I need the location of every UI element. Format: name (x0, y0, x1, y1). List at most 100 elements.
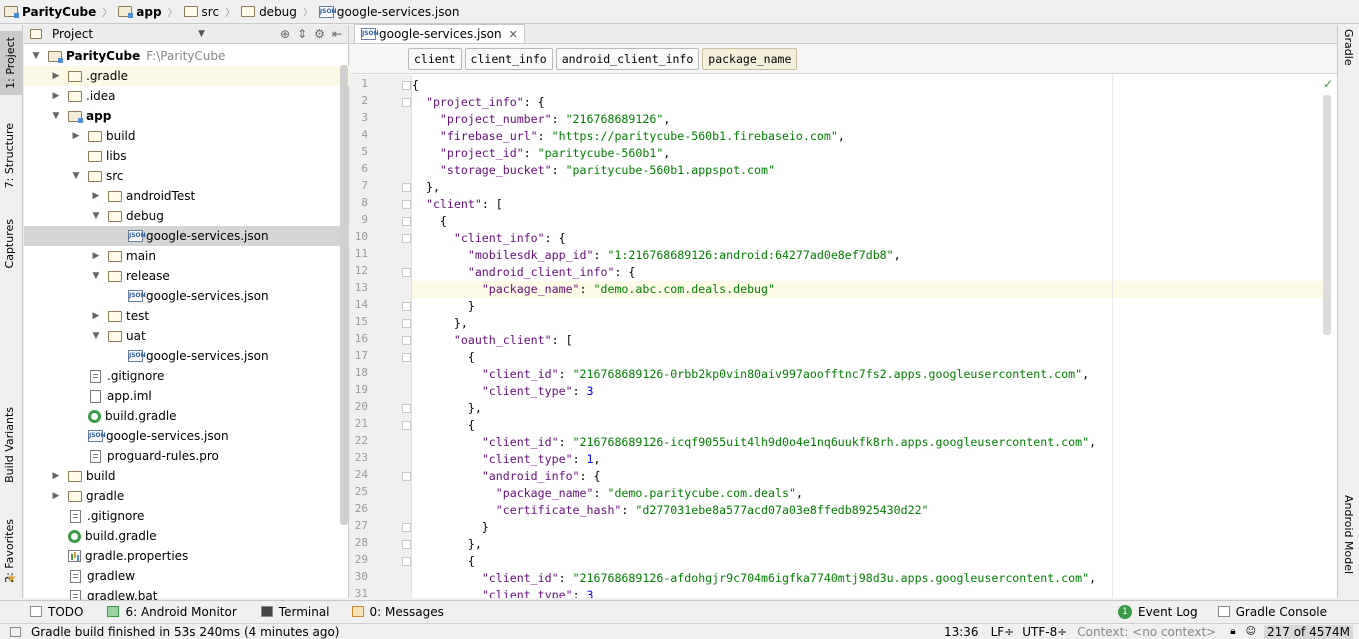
tool-android-monitor[interactable]: 6: Android Monitor (107, 605, 237, 619)
code-line[interactable]: { (412, 417, 1332, 434)
code-line[interactable]: "client_type": 1, (412, 451, 1332, 468)
tool-event-log[interactable]: 1 Event Log (1118, 604, 1198, 619)
code-line[interactable]: { (412, 77, 1332, 94)
fold-marker-icon[interactable] (402, 217, 411, 226)
tree-item[interactable]: ▼ ParityCube F:\ParityCube (24, 46, 349, 66)
tree-item[interactable]: ▶ .idea (24, 86, 349, 106)
fold-marker-icon[interactable] (402, 200, 411, 209)
status-message[interactable]: Gradle build finished in 53s 240ms (4 mi… (31, 625, 340, 639)
code-line[interactable]: "client_id": "216768689126-icqf9055uit4l… (412, 434, 1332, 451)
collapse-arrow-icon[interactable]: ▶ (50, 71, 62, 81)
code-line[interactable]: { (412, 213, 1332, 230)
memory-indicator[interactable]: 217 of 4574M (1264, 624, 1353, 639)
fold-marker-icon[interactable] (402, 302, 411, 311)
fold-marker-icon[interactable] (402, 404, 411, 413)
hide-panel-icon[interactable]: ⇤ (332, 27, 342, 41)
breadcrumb-project[interactable]: ParityCube 〉 (2, 2, 116, 22)
code-line[interactable]: "project_number": "216768689126", (412, 111, 1332, 128)
fold-marker-icon[interactable] (402, 336, 411, 345)
collapse-arrow-icon[interactable]: ▶ (50, 91, 62, 101)
tool-tab-gradle[interactable]: Gradle (1342, 29, 1355, 66)
fold-marker-icon[interactable] (402, 183, 411, 192)
collapse-arrow-icon[interactable]: ▶ (90, 191, 102, 201)
fold-marker-icon[interactable] (402, 268, 411, 277)
lock-icon[interactable]: 🔒︎ (1230, 626, 1235, 637)
tree-item[interactable]: JSON google-services.json (24, 286, 349, 306)
tree-item[interactable]: JSON google-services.json (24, 426, 349, 446)
code-line[interactable]: "storage_bucket": "paritycube-560b1.apps… (412, 162, 1332, 179)
tree-item[interactable]: ▼ uat (24, 326, 349, 346)
scroll-from-source-icon[interactable]: ⊕ (280, 27, 290, 41)
code-line[interactable]: }, (412, 315, 1332, 332)
tree-item[interactable]: ▼ debug (24, 206, 349, 226)
code-line[interactable]: "project_info": { (412, 94, 1332, 111)
code-line[interactable]: "client_id": "216768689126-0rbb2kp0vin80… (412, 366, 1332, 383)
collapse-arrow-icon[interactable]: ▶ (90, 251, 102, 261)
code-line[interactable]: "mobilesdk_app_id": "1:216768689126:andr… (412, 247, 1332, 264)
tool-tab-android-model[interactable]: Android Model (1342, 495, 1355, 574)
tool-gradle-console[interactable]: Gradle Console (1217, 605, 1327, 619)
tool-tab-structure[interactable]: 7: Structure (3, 119, 16, 192)
expand-arrow-icon[interactable]: ▼ (90, 211, 102, 221)
tree-item[interactable]: ▶ main (24, 246, 349, 266)
fold-marker-icon[interactable] (402, 234, 411, 243)
tree-item[interactable]: ▼ app (24, 106, 349, 126)
fold-marker-icon[interactable] (402, 98, 411, 107)
code-line[interactable]: "certificate_hash": "d277031ebe8a577acd0… (412, 502, 1332, 519)
tree-item[interactable]: ▶ build (24, 466, 349, 486)
tool-todo[interactable]: TODO (30, 605, 83, 619)
toggle-tool-windows-icon[interactable] (10, 626, 21, 637)
tree-item[interactable]: libs (24, 146, 349, 166)
line-separator[interactable]: LF÷ (991, 625, 1015, 639)
expand-arrow-icon[interactable]: ▼ (70, 171, 82, 181)
project-view-selector[interactable]: Project (52, 27, 93, 41)
tree-item[interactable]: gradlew (24, 566, 349, 586)
tree-item[interactable]: .gitignore (24, 506, 349, 526)
fold-marker-icon[interactable] (402, 421, 411, 430)
collapse-arrow-icon[interactable]: ▶ (70, 131, 82, 141)
caret-position[interactable]: 13:36 (944, 625, 979, 639)
fold-marker-icon[interactable] (402, 81, 411, 90)
json-crumb-client-info[interactable]: client_info (464, 47, 553, 70)
code-line[interactable]: "client_type": 3 (412, 587, 1332, 598)
fold-marker-icon[interactable] (402, 523, 411, 532)
inspector-icon[interactable]: ☺︎ (1246, 626, 1256, 637)
code-line[interactable]: }, (412, 179, 1332, 196)
breadcrumb-app[interactable]: app 〉 (116, 2, 181, 22)
tree-item[interactable]: JSON google-services.json (24, 226, 349, 246)
code-line[interactable]: "client_info": { (412, 230, 1332, 247)
code-line[interactable]: } (412, 519, 1332, 536)
code-line[interactable]: "client": [ (412, 196, 1332, 213)
code-editor[interactable]: { "project_info": { "project_number": "2… (412, 75, 1359, 598)
tree-item[interactable]: gradle.properties (24, 546, 349, 566)
code-line[interactable]: "package_name": "demo.paritycube.com.dea… (412, 485, 1332, 502)
tree-item[interactable]: build.gradle (24, 526, 349, 546)
collapse-arrow-icon[interactable]: ▶ (50, 491, 62, 501)
tree-item[interactable]: ▶ gradle (24, 486, 349, 506)
tree-item[interactable]: ▼ src (24, 166, 349, 186)
tool-tab-captures[interactable]: Captures (3, 215, 16, 272)
fold-marker-icon[interactable] (402, 472, 411, 481)
code-line[interactable]: } (412, 298, 1332, 315)
code-line[interactable]: "client_type": 3 (412, 383, 1332, 400)
editor-scrollbar[interactable] (1323, 95, 1331, 335)
code-line[interactable]: }, (412, 400, 1332, 417)
tree-item[interactable]: ▶ build (24, 126, 349, 146)
fold-marker-icon[interactable] (402, 540, 411, 549)
json-crumb-android-client-info[interactable]: android_client_info (555, 47, 700, 70)
code-line[interactable]: "oauth_client": [ (412, 332, 1332, 349)
code-line[interactable]: { (412, 553, 1332, 570)
code-line[interactable]: "android_client_info": { (412, 264, 1332, 281)
expand-arrow-icon[interactable]: ▼ (50, 111, 62, 121)
file-encoding[interactable]: UTF-8÷ (1022, 625, 1067, 639)
code-line[interactable]: "android_info": { (412, 468, 1332, 485)
fold-marker-icon[interactable] (402, 353, 411, 362)
fold-marker-icon[interactable] (402, 319, 411, 328)
chevron-down-icon[interactable]: ▼ (198, 29, 205, 39)
project-scrollbar[interactable] (340, 65, 348, 525)
expand-arrow-icon[interactable]: ▼ (30, 51, 42, 61)
code-line[interactable]: "firebase_url": "https://paritycube-560b… (412, 128, 1332, 145)
tree-item[interactable]: proguard-rules.pro (24, 446, 349, 466)
code-line[interactable]: "project_id": "paritycube-560b1", (412, 145, 1332, 162)
tool-tab-project[interactable]: 1: Project (0, 31, 22, 95)
